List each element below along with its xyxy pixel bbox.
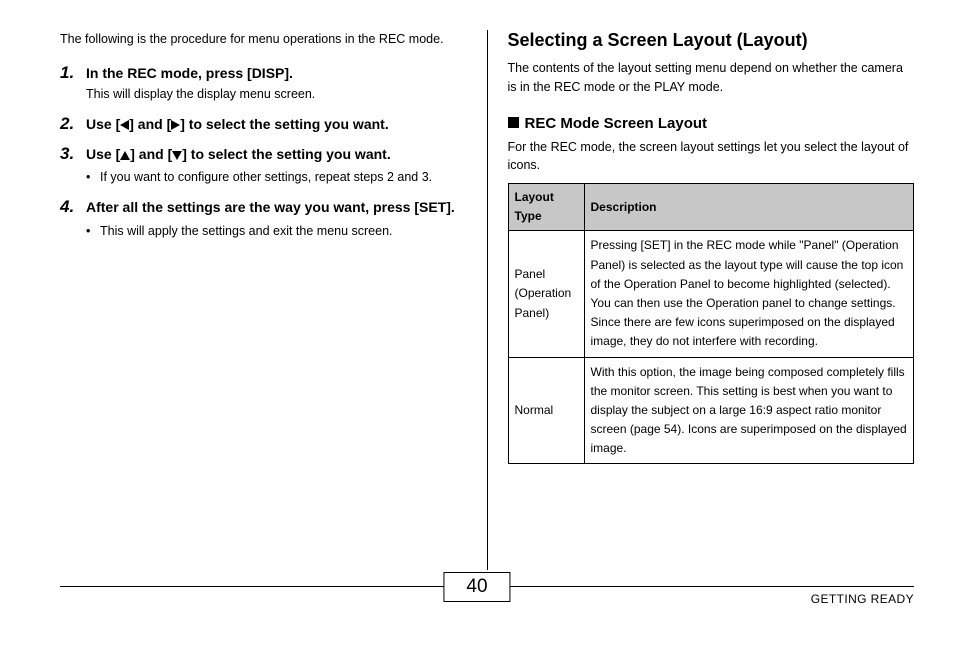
down-arrow-icon: [172, 151, 182, 160]
bullet-dot: •: [86, 167, 100, 187]
step-number: 4.: [60, 197, 86, 240]
step-title: In the REC mode, press [DISP].: [86, 63, 467, 83]
intro-text: The following is the procedure for menu …: [60, 30, 467, 49]
bullet-text: If you want to configure other settings,…: [100, 167, 432, 187]
table-header-layout-type: Layout Type: [508, 184, 584, 231]
right-arrow-icon: [171, 120, 180, 130]
step-2: 2. Use [ ] and [ ] to select the setting y…: [60, 114, 467, 134]
table-header-row: Layout Type Description: [508, 184, 914, 231]
step-title: Use [ ] and [ ] to select the setting you …: [86, 114, 467, 134]
up-arrow-icon: [120, 151, 130, 160]
table-row: Normal With this option, the image being…: [508, 357, 914, 464]
subsection-intro: For the REC mode, the screen layout sett…: [508, 138, 915, 176]
step-number: 2.: [60, 114, 86, 134]
step-title: Use [ ] and [ ] to select the setting you …: [86, 144, 467, 164]
section-intro: The contents of the layout setting menu …: [508, 59, 915, 97]
step-title-mid: ] and [: [130, 146, 172, 162]
page-number: 40: [443, 572, 510, 602]
subsection-heading: REC Mode Screen Layout: [508, 115, 915, 132]
description-cell: Pressing [SET] in the REC mode while "Pa…: [584, 231, 914, 357]
layout-table: Layout Type Description Panel (Operation…: [508, 183, 915, 464]
layout-type-cell: Panel (Operation Panel): [508, 231, 584, 357]
step-bullet: • This will apply the settings and exit …: [86, 221, 467, 241]
left-arrow-icon: [120, 120, 129, 130]
section-heading: Selecting a Screen Layout (Layout): [508, 30, 915, 51]
square-bullet-icon: [508, 117, 519, 128]
step-title: After all the settings are the way you w…: [86, 197, 467, 217]
left-column: The following is the procedure for menu …: [60, 30, 479, 570]
subsection-title: REC Mode Screen Layout: [525, 115, 708, 132]
table-row: Panel (Operation Panel) Pressing [SET] i…: [508, 231, 914, 357]
step-3: 3. Use [ ] and [ ] to select the setting y…: [60, 144, 467, 187]
step-title-post: ] to select the setting you want.: [180, 116, 388, 132]
step-subtext: This will display the display menu scree…: [86, 85, 467, 104]
bullet-dot: •: [86, 221, 100, 241]
step-4: 4. After all the settings are the way yo…: [60, 197, 467, 240]
step-1: 1. In the REC mode, press [DISP]. This w…: [60, 63, 467, 104]
step-number: 3.: [60, 144, 86, 187]
step-number: 1.: [60, 63, 86, 104]
step-bullet: • If you want to configure other setting…: [86, 167, 467, 187]
description-cell: With this option, the image being compos…: [584, 357, 914, 464]
step-title-post: ] to select the setting you want.: [182, 146, 390, 162]
table-header-description: Description: [584, 184, 914, 231]
step-title-pre: Use [: [86, 146, 120, 162]
column-divider: [487, 30, 488, 570]
layout-type-cell: Normal: [508, 357, 584, 464]
step-title-mid: ] and [: [129, 116, 171, 132]
page-footer: 40 GETTING READY: [0, 586, 954, 634]
bullet-text: This will apply the settings and exit th…: [100, 221, 393, 241]
step-title-pre: Use [: [86, 116, 120, 132]
right-column: Selecting a Screen Layout (Layout) The c…: [496, 30, 915, 570]
footer-section-label: GETTING READY: [811, 592, 914, 606]
